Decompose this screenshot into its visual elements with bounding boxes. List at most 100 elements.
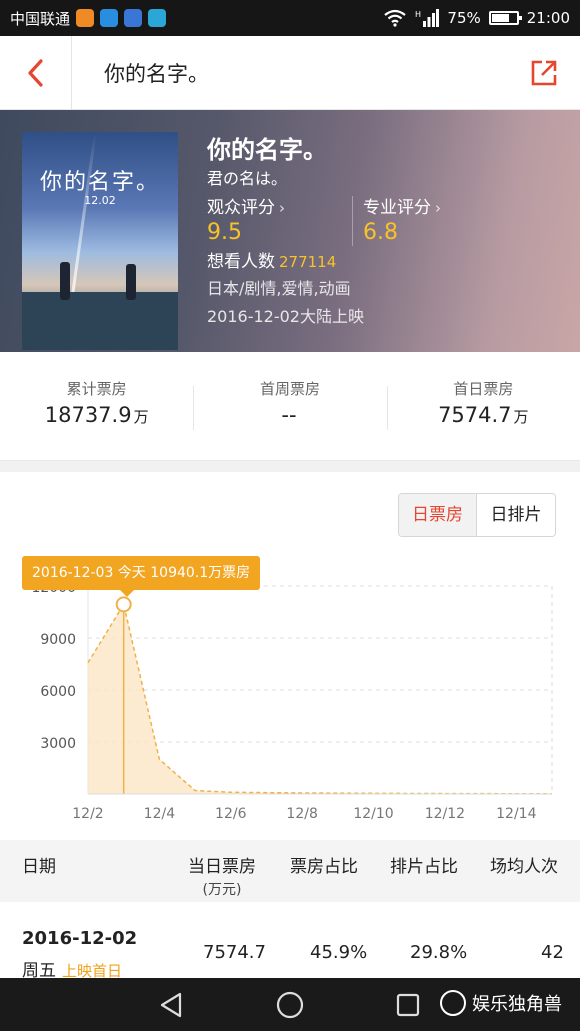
page-title: 你的名字。: [104, 61, 209, 86]
series-area: [88, 604, 552, 794]
recents-square-icon[interactable]: [396, 993, 420, 1017]
poster-comet: [70, 132, 97, 302]
summary-number: 7574.7: [438, 403, 512, 427]
wifi-icon: [384, 9, 407, 27]
status-left: 中国联通: [10, 8, 167, 29]
column-header-avg-people: 场均人次: [490, 852, 558, 877]
x-tick-label: 12/8: [286, 806, 317, 822]
box-office-summary: 累计票房 18737.9 万 首周票房 -- 首日票房 7574.7 万: [0, 352, 580, 460]
highlight-point: [115, 596, 132, 613]
poster-figure: [60, 262, 70, 300]
summary-label: 首日票房: [453, 380, 514, 398]
table-row[interactable]: 2016-12-02 周五 上映首日 7574.7 45.9% 29.8% 42: [0, 904, 580, 981]
movie-genre: 日本/剧情,爱情,动画: [207, 279, 351, 298]
share-button[interactable]: [508, 36, 580, 110]
app-health-icon: [124, 9, 143, 27]
row-date: 2016-12-02: [22, 928, 138, 949]
tab-daily-box-office[interactable]: 日票房: [399, 494, 477, 536]
row-box-office: 7574.7: [203, 942, 266, 963]
chart-toggle: 日票房 日排片: [398, 493, 556, 537]
x-tick-label: 12/12: [425, 806, 465, 822]
audience-rating-text: 观众评分: [207, 198, 275, 218]
x-tick-label: 12/6: [215, 806, 247, 822]
want-count: 277114: [279, 253, 337, 271]
row-screen-share: 29.8%: [410, 942, 468, 963]
movie-release: 2016-12-02大陆上映: [207, 307, 364, 326]
carrier-label: 中国联通: [10, 9, 71, 28]
movie-info: 你的名字。 君の名は。 观众评分 › 9.5 专业评分 › 6.8 想看人数 2771…: [207, 132, 560, 330]
x-tick-label: 12/10: [353, 806, 393, 822]
summary-number: 18737.9: [44, 403, 132, 427]
battery-percent: 75%: [447, 9, 481, 27]
table-header: 日期 当日票房 (万元) 票房占比 排片占比 场均人次: [0, 840, 580, 902]
y-tick-label: 3000: [40, 736, 76, 752]
want-to-see: 想看人数 277114: [207, 250, 560, 274]
movie-title: 你的名字。: [207, 136, 327, 164]
status-right: H 75% 21:00: [383, 8, 570, 28]
summary-first-week: 首周票房 --: [193, 352, 386, 460]
y-tick-label: 9000: [40, 632, 76, 648]
summary-first-day: 首日票房 7574.7 万: [386, 352, 580, 460]
movie-poster[interactable]: 你的名字。 12.02: [22, 132, 178, 350]
summary-value: 18737.9 万: [0, 403, 193, 427]
header-label: 票房占比: [290, 857, 358, 877]
header-label: 场均人次: [490, 857, 558, 877]
audience-rating[interactable]: 观众评分 › 9.5: [207, 196, 352, 246]
summary-value: 7574.7 万: [387, 403, 580, 427]
movie-hero: 你的名字。 12.02 你的名字。 君の名は。 观众评分 › 9.5 专业评分 › …: [0, 110, 580, 352]
audience-rating-value: 9.5: [207, 220, 242, 245]
back-triangle-icon[interactable]: [158, 992, 184, 1018]
x-tick-label: 12/2: [72, 806, 103, 822]
share-icon: [531, 60, 557, 85]
ratings: 观众评分 › 9.5 专业评分 › 6.8: [207, 196, 560, 246]
pro-rating-value: 6.8: [363, 220, 398, 245]
status-bar: 中国联通 H 75% 21:00: [0, 0, 580, 36]
nav-bar: 你的名字。: [0, 35, 580, 110]
row-box-share: 45.9%: [310, 942, 368, 963]
want-label: 想看人数: [207, 252, 275, 272]
audience-rating-label: 观众评分 ›: [207, 196, 352, 220]
column-header-screen-share: 排片占比: [390, 852, 458, 877]
wechat-icon: [440, 990, 466, 1016]
svg-text:H: H: [415, 10, 421, 19]
home-circle-icon[interactable]: [276, 991, 304, 1019]
section-divider: [0, 460, 580, 472]
summary-number: --: [281, 403, 297, 427]
watermark: 娱乐独角兽: [440, 990, 562, 1016]
poster-ground: [22, 292, 178, 350]
x-tick-label: 12/4: [144, 806, 176, 822]
battery-level: [491, 14, 510, 22]
chart-tooltip: 2016-12-03 今天 10940.1万票房: [22, 556, 261, 597]
watermark-text: 娱乐独角兽: [472, 994, 562, 1015]
signal-icon: H: [415, 9, 440, 27]
pro-rating[interactable]: 专业评分 › 6.8: [352, 196, 497, 246]
summary-label: 首周票房: [259, 380, 320, 398]
poster-title: 你的名字。: [39, 170, 160, 195]
app-edit-icon: [148, 9, 167, 27]
header-label: 排片占比: [390, 857, 458, 877]
column-header-date: 日期: [22, 852, 56, 877]
clock: 21:00: [526, 9, 570, 27]
box-office-chart[interactable]: 3000600090001200012/212/412/612/812/1012…: [0, 550, 580, 830]
x-tick-label: 12/14: [496, 806, 536, 822]
system-nav-bar: 娱乐独角兽: [0, 978, 580, 1031]
y-tick-label: 6000: [40, 684, 76, 700]
app-blue-b-icon: [100, 9, 119, 27]
column-header-box-share: 票房占比: [290, 852, 358, 877]
chevron-left-icon: [27, 58, 43, 87]
battery-icon: [488, 11, 522, 25]
header-sub: (万元): [202, 882, 242, 898]
row-avg-people: 42: [541, 942, 564, 963]
summary-unit: 万: [133, 408, 149, 426]
summary-label: 累计票房: [66, 380, 127, 398]
back-button[interactable]: [0, 35, 72, 110]
poster-figure: [126, 264, 136, 300]
summary-value: --: [193, 403, 386, 427]
tab-daily-screenings[interactable]: 日排片: [477, 494, 555, 536]
chevron-right-icon: ›: [279, 199, 285, 217]
column-header-box-office: 当日票房 (万元): [188, 852, 256, 899]
chevron-right-icon: ›: [435, 199, 441, 217]
poster-date: 12.02: [84, 194, 116, 207]
header-label: 当日票房: [188, 857, 256, 877]
pro-rating-label: 专业评分 ›: [363, 196, 497, 220]
